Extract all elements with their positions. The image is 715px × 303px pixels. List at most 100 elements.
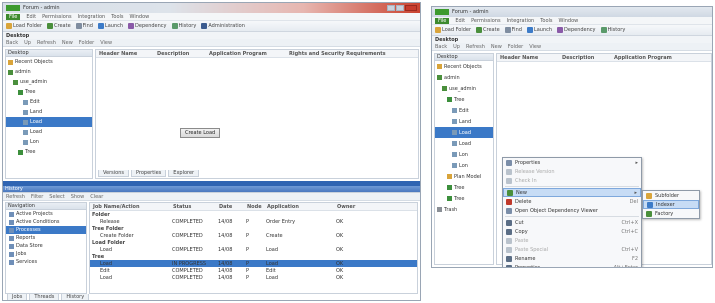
column-job-name-action[interactable]: Job Name/Action xyxy=(90,204,170,210)
tree-item-edit[interactable]: Edit xyxy=(435,105,493,116)
status-tab-history[interactable]: History xyxy=(61,294,90,300)
menu-permissions[interactable]: Permissions xyxy=(471,18,501,24)
tree-item-lon[interactable]: Lon xyxy=(6,137,92,147)
nav-item-active-conditions[interactable]: Active Conditions xyxy=(6,218,86,226)
create-button[interactable]: Create xyxy=(476,27,500,33)
context-menu-item-properties[interactable]: Properties Alt+Enter xyxy=(503,263,641,267)
history-tool-filter[interactable]: Filter xyxy=(31,194,43,200)
menu-window[interactable]: Window xyxy=(130,14,150,20)
menu-tools[interactable]: Tools xyxy=(111,14,123,20)
column-header-name[interactable]: Header Name xyxy=(497,55,559,61)
tree-item-admin[interactable]: admin xyxy=(6,67,92,77)
load-folder-button[interactable]: Load Folder xyxy=(6,23,42,29)
column-application-program[interactable]: Application Program xyxy=(206,51,286,57)
table-row[interactable]: Create Folder COMPLETED 14/08 P Create OK xyxy=(90,232,417,239)
submenu-item-subfolder[interactable]: Subfolder xyxy=(643,191,699,200)
tree-item-tree[interactable]: Tree xyxy=(435,182,493,193)
column-description[interactable]: Description xyxy=(559,55,611,61)
history-tool-show[interactable]: Show xyxy=(71,194,85,200)
nav-refresh[interactable]: Refresh xyxy=(466,44,485,50)
table-row[interactable]: Load COMPLETED 14/08 P Load OK xyxy=(90,246,417,253)
tree-item-recent-objects[interactable]: Recent Objects xyxy=(6,57,92,67)
tree-item-load[interactable]: Load xyxy=(6,117,92,127)
nav-item-active-projects[interactable]: Active Projects xyxy=(6,210,86,218)
close-button[interactable] xyxy=(405,5,417,11)
tree-item-edit[interactable]: Edit xyxy=(6,97,92,107)
context-menu-item-new[interactable]: New ▸ xyxy=(503,188,641,197)
tab-explorer[interactable]: Explorer xyxy=(168,170,200,177)
tree-item-land[interactable]: Land xyxy=(435,116,493,127)
table-row[interactable]: Load IN PROGRESS 14/08 P Load OK xyxy=(90,260,417,267)
tree-item-tree[interactable]: Tree xyxy=(6,87,92,97)
tree-item-load[interactable]: Load xyxy=(435,138,493,149)
nav-view[interactable]: View xyxy=(100,40,112,46)
submenu-item-indexer[interactable]: Indexer xyxy=(643,200,699,209)
tree-item-tree[interactable]: Tree xyxy=(6,147,92,157)
history-button[interactable]: History xyxy=(600,27,625,33)
tree-item-tree[interactable]: Tree xyxy=(435,94,493,105)
history-button[interactable]: History xyxy=(171,23,196,29)
context-menu-item-copy[interactable]: Copy Ctrl+C xyxy=(503,227,641,236)
nav-view[interactable]: View xyxy=(529,44,541,50)
nav-new[interactable]: New xyxy=(491,44,502,50)
column-node[interactable]: Node xyxy=(244,204,264,210)
menu-edit[interactable]: Edit xyxy=(26,14,36,20)
table-row[interactable]: Load COMPLETED 14/08 P Load OK xyxy=(90,274,417,281)
column-description[interactable]: Description xyxy=(154,51,206,57)
context-menu-item-properties[interactable]: Properties ▸ xyxy=(503,158,641,167)
nav-item-jobs[interactable]: Jobs xyxy=(6,250,86,258)
tree-item-lon[interactable]: Lon xyxy=(435,149,493,160)
dependency-button[interactable]: Dependency xyxy=(557,27,596,33)
context-menu-item-cut[interactable]: Cut Ctrl+X xyxy=(503,218,641,227)
maximize-button[interactable] xyxy=(396,5,404,11)
nav-back[interactable]: Back xyxy=(6,40,18,46)
nav-up[interactable]: Up xyxy=(453,44,460,50)
column-date[interactable]: Date xyxy=(216,204,244,210)
menu-integration[interactable]: Integration xyxy=(78,14,106,20)
tree-item-use-admin[interactable]: use_admin xyxy=(6,77,92,87)
nav-new[interactable]: New xyxy=(62,40,73,46)
history-tool-clear[interactable]: Clear xyxy=(90,194,103,200)
tree-item-recent-objects[interactable]: Recent Objects xyxy=(435,61,493,72)
tree-item-load[interactable]: Load xyxy=(6,127,92,137)
tree-item-lon[interactable]: Lon xyxy=(435,160,493,171)
dependency-button[interactable]: Dependency xyxy=(128,23,167,29)
menu-file[interactable]: File xyxy=(6,13,21,20)
nav-item-services[interactable]: Services xyxy=(6,258,86,266)
nav-item-data-store[interactable]: Data Store xyxy=(6,242,86,250)
tree-item-land[interactable]: Land xyxy=(6,107,92,117)
context-menu-item-delete[interactable]: Delete Del xyxy=(503,197,641,206)
minimize-button[interactable] xyxy=(387,5,395,11)
column-application[interactable]: Application xyxy=(264,204,334,210)
table-row[interactable]: Release COMPLETED 14/08 P Order Entry OK xyxy=(90,218,417,225)
find-button[interactable]: Find xyxy=(504,27,522,33)
menu-tools[interactable]: Tools xyxy=(540,18,552,24)
nav-back[interactable]: Back xyxy=(435,44,447,50)
tree-item-admin[interactable]: admin xyxy=(435,72,493,83)
submenu-item-factory[interactable]: Factory xyxy=(643,209,699,218)
context-menu-item-open-object-dependency-viewer[interactable]: Open Object Dependency Viewer xyxy=(503,206,641,215)
context-menu-item-rename[interactable]: Rename F2 xyxy=(503,254,641,263)
nav-folder[interactable]: Folder xyxy=(79,40,94,46)
column-header-name[interactable]: Header Name xyxy=(96,51,154,57)
tree-item-tree[interactable]: Tree xyxy=(435,193,493,204)
tree-item-trash[interactable]: Trash xyxy=(435,204,493,215)
nav-up[interactable]: Up xyxy=(24,40,31,46)
tree-item-plan-model[interactable]: Plan Model xyxy=(435,171,493,182)
column-application-program[interactable]: Application Program xyxy=(611,55,701,61)
menu-edit[interactable]: Edit xyxy=(455,18,465,24)
status-tab-jobs[interactable]: Jobs xyxy=(7,294,28,300)
nav-refresh[interactable]: Refresh xyxy=(37,40,56,46)
history-tool-select[interactable]: Select xyxy=(49,194,64,200)
column-rights-and-security-requirements[interactable]: Rights and Security Requirements xyxy=(286,51,416,57)
administration-button[interactable]: Administration xyxy=(201,23,245,29)
tab-properties[interactable]: Properties xyxy=(131,170,167,177)
find-button[interactable]: Find xyxy=(75,23,93,29)
create-button[interactable]: Create xyxy=(47,23,71,29)
menu-window[interactable]: Window xyxy=(559,18,579,24)
tab-versions[interactable]: Versions xyxy=(98,170,129,177)
history-tool-refresh[interactable]: Refresh xyxy=(6,194,25,200)
nav-item-reports[interactable]: Reports xyxy=(6,234,86,242)
menu-file[interactable]: File xyxy=(435,17,450,24)
launch-button[interactable]: Launch xyxy=(97,23,123,29)
